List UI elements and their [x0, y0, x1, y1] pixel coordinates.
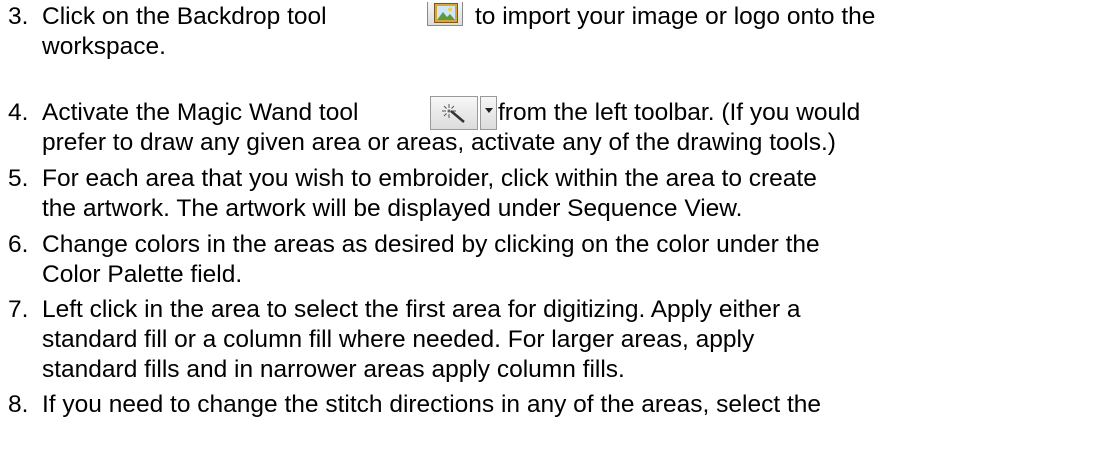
step-text: the artwork. The artwork will be display…: [42, 195, 743, 222]
step-text: from the left toolbar. (If you would: [498, 99, 861, 126]
step-text: Click on the Backdrop tool: [42, 3, 327, 30]
dropdown-arrow-icon: [480, 96, 497, 130]
step-number: 6.: [8, 231, 29, 258]
step-text: standard fills and in narrower areas app…: [42, 356, 625, 383]
step-text: Left click in the area to select the fir…: [42, 296, 801, 323]
step-text: to import your image or logo onto the: [475, 3, 876, 30]
step-text: For each area that you wish to embroider…: [42, 165, 817, 192]
step-text: Change colors in the areas as desired by…: [42, 231, 820, 258]
step-number: 5.: [8, 165, 29, 192]
magic-wand-icon: [430, 96, 478, 130]
step-number: 3.: [8, 3, 29, 30]
step-text: If you need to change the stitch directi…: [42, 391, 822, 418]
step-text: workspace.: [42, 33, 166, 60]
step-number: 4.: [8, 99, 29, 126]
backdrop-tool-icon: [427, 2, 463, 26]
instruction-document: 3. Click on the Backdrop tool to import …: [0, 0, 1098, 475]
step-number: 8.: [8, 391, 29, 418]
step-text: standard fill or a column fill where nee…: [42, 326, 755, 353]
step-text: Activate the Magic Wand tool: [42, 99, 359, 126]
step-text: Color Palette field.: [42, 261, 243, 288]
step-number: 7.: [8, 296, 29, 323]
step-text: prefer to draw any given area or areas, …: [42, 129, 836, 156]
